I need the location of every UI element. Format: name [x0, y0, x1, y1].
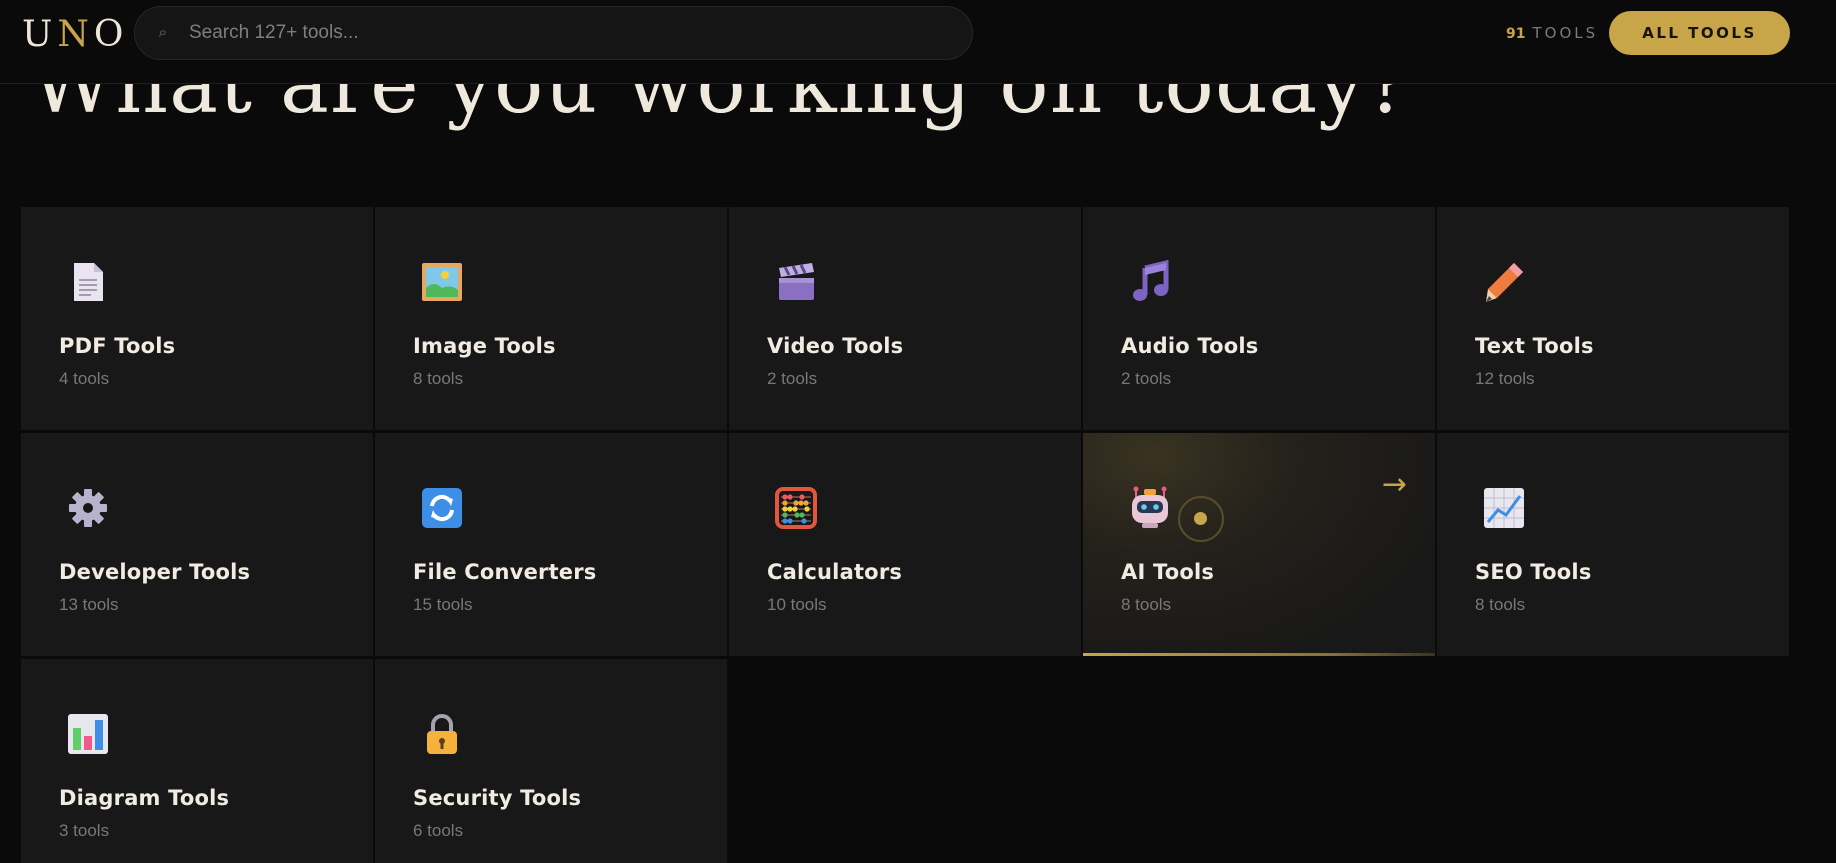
category-card-seo-tools[interactable]: SEO Tools 8 tools [1437, 433, 1789, 656]
refresh-icon [420, 486, 464, 530]
logo-letter-accent: N [57, 14, 94, 55]
page: What are you working on today? UNO ⌕ 91 … [0, 0, 1836, 863]
search-bar[interactable]: ⌕ [134, 6, 973, 60]
category-count: 4 tools [59, 369, 110, 388]
category-title: Developer Tools [59, 560, 251, 584]
category-card-ai-tools[interactable]: → AI Tools 8 tools [1083, 433, 1435, 656]
category-card-audio-tools[interactable]: Audio Tools 2 tools [1083, 207, 1435, 430]
search-input[interactable] [189, 7, 972, 59]
category-title: Video Tools [767, 334, 904, 358]
abacus-icon [774, 486, 818, 530]
category-card-developer-tools[interactable]: Developer Tools 13 tools [21, 433, 373, 656]
tool-count: 91 TOOLS [1506, 24, 1598, 42]
category-title: File Converters [413, 560, 597, 584]
category-title: AI Tools [1121, 560, 1215, 584]
robot-icon [1128, 486, 1172, 530]
category-count: 15 tools [413, 595, 473, 614]
search-icon: ⌕ [158, 24, 168, 41]
category-count: 6 tools [413, 821, 464, 840]
category-count: 10 tools [767, 595, 827, 614]
category-grid: PDF Tools 4 tools Image Tools 8 tools Vi… [21, 207, 1789, 863]
category-title: Image Tools [413, 334, 556, 358]
category-title: PDF Tools [59, 334, 176, 358]
category-count: 2 tools [767, 369, 818, 388]
logo-letter: U [22, 14, 58, 55]
gear-icon [66, 486, 110, 530]
logo[interactable]: UNO [22, 14, 128, 55]
tool-count-label: TOOLS [1532, 24, 1599, 42]
lock-icon [420, 712, 464, 756]
category-title: Text Tools [1475, 334, 1594, 358]
category-count: 8 tools [1121, 595, 1172, 614]
category-card-file-converters[interactable]: File Converters 15 tools [375, 433, 727, 656]
arrow-right-icon: → [1381, 467, 1407, 502]
category-card-pdf-tools[interactable]: PDF Tools 4 tools [21, 207, 373, 430]
category-title: Security Tools [413, 786, 582, 810]
category-title: Calculators [767, 560, 903, 584]
tool-count-number: 91 [1506, 26, 1526, 42]
category-title: SEO Tools [1475, 560, 1592, 584]
clapperboard-icon [774, 260, 818, 304]
category-count: 13 tools [59, 595, 119, 614]
category-card-calculators[interactable]: Calculators 10 tools [729, 433, 1081, 656]
category-title: Diagram Tools [59, 786, 230, 810]
category-count: 8 tools [413, 369, 464, 388]
category-count: 2 tools [1121, 369, 1172, 388]
trend-chart-icon [1482, 486, 1526, 530]
category-card-security-tools[interactable]: Security Tools 6 tools [375, 659, 727, 863]
logo-letter: O [93, 14, 129, 55]
document-icon [66, 260, 110, 304]
music-note-icon [1128, 260, 1172, 304]
category-card-image-tools[interactable]: Image Tools 8 tools [375, 207, 727, 430]
cursor-dot [1194, 512, 1207, 525]
category-count: 12 tools [1475, 369, 1535, 388]
category-count: 8 tools [1475, 595, 1526, 614]
category-card-video-tools[interactable]: Video Tools 2 tools [729, 207, 1081, 430]
category-count: 3 tools [59, 821, 110, 840]
category-title: Audio Tools [1121, 334, 1259, 358]
category-card-text-tools[interactable]: Text Tools 12 tools [1437, 207, 1789, 430]
all-tools-button[interactable]: ALL TOOLS [1609, 11, 1790, 55]
bar-chart-icon [66, 712, 110, 756]
pencil-icon [1482, 260, 1526, 304]
top-bar: UNO ⌕ 91 TOOLS ALL TOOLS [0, 0, 1836, 84]
picture-icon [420, 260, 464, 304]
category-card-diagram-tools[interactable]: Diagram Tools 3 tools [21, 659, 373, 863]
